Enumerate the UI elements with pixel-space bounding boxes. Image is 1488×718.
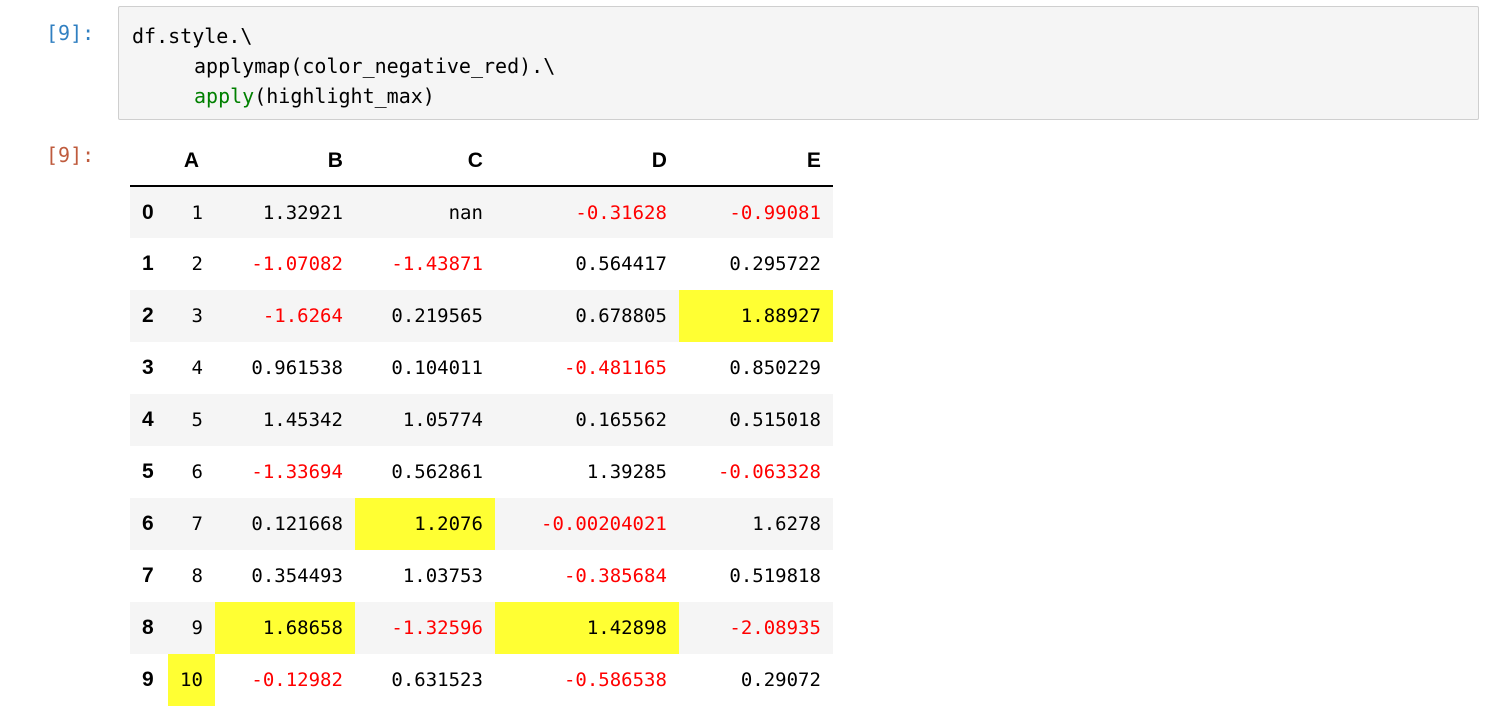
row-index: 7 <box>142 564 154 587</box>
table-cell: 1.68658 <box>214 602 355 654</box>
table-cell: -0.586538 <box>563 669 667 691</box>
table-cell: 0.631523 <box>391 669 483 691</box>
table-cell: 1.03753 <box>402 565 483 587</box>
column-header-e: E <box>678 136 833 187</box>
code-text: df.style.\ <box>132 24 253 48</box>
table-cell: 10 <box>168 654 215 706</box>
table-cell: 0.850229 <box>729 357 821 379</box>
code-line: df.style.\ <box>132 21 555 51</box>
table-cell: 0.562861 <box>391 461 483 483</box>
table-cell: 0.564417 <box>575 253 667 275</box>
table-cell: 5 <box>191 409 203 431</box>
row-index: 0 <box>142 200 154 224</box>
table-cell: 8 <box>191 565 203 587</box>
table-row: 2 3 -1.6264 0.219565 0.678805 1.88927 <box>130 290 833 342</box>
index-header <box>130 136 168 187</box>
table-cell: 1.45342 <box>262 409 343 431</box>
dataframe-table: ABCDE 0 1 1.32921 nan -0.31628 -0.99081 1 2 -1.0… <box>130 136 833 706</box>
table-cell: 0.219565 <box>391 305 483 327</box>
table-cell: -1.33694 <box>251 461 343 483</box>
column-header-d: D <box>494 136 679 187</box>
table-cell: -2.08935 <box>729 617 821 639</box>
code-line: apply(highlight_max) <box>132 81 555 111</box>
table-cell: 9 <box>191 617 203 639</box>
code-builtin-token: apply <box>194 84 255 108</box>
table-cell: -0.12982 <box>251 669 343 691</box>
table-cell: 1.42898 <box>494 602 679 654</box>
table-row: 8 9 1.68658 -1.32596 1.42898 -2.08935 <box>130 602 833 654</box>
table-row: 3 4 0.961538 0.104011 -0.481165 0.850229 <box>130 342 833 394</box>
table-cell: -0.481165 <box>563 357 667 379</box>
row-index: 3 <box>142 356 154 379</box>
table-cell: 0.29072 <box>740 669 821 691</box>
table-cell: 0.104011 <box>391 357 483 379</box>
table-cell: 7 <box>191 513 203 535</box>
code-input-area[interactable]: df.style.\ applymap(color_negative_red).\… <box>118 6 1479 120</box>
row-index: 4 <box>142 408 154 431</box>
row-index: 2 <box>142 304 154 327</box>
table-cell: -0.99081 <box>729 201 821 224</box>
table-cell: -0.385684 <box>563 565 667 587</box>
row-index: 9 <box>142 668 154 691</box>
table-cell: 1.6278 <box>752 513 821 535</box>
table-cell: 0.961538 <box>251 357 343 379</box>
table-row: 9 10 -0.12982 0.631523 -0.586538 0.29072 <box>130 654 833 706</box>
table-cell: 1 <box>191 201 203 224</box>
table-cell: 4 <box>191 357 203 379</box>
table-cell: -1.6264 <box>262 305 343 327</box>
table-cell: 0.354493 <box>251 565 343 587</box>
table-cell: 0.519818 <box>729 565 821 587</box>
table-cell: 0.295722 <box>729 253 821 275</box>
table-cell: nan <box>448 201 483 224</box>
table-cell: 0.678805 <box>575 305 667 327</box>
code-line: applymap(color_negative_red).\ <box>132 51 555 81</box>
output-prompt: [9]: <box>46 143 95 167</box>
column-header-b: B <box>214 136 355 187</box>
row-index: 8 <box>142 616 154 639</box>
column-header-a: A <box>168 136 215 187</box>
table-row: 7 8 0.354493 1.03753 -0.385684 0.519818 <box>130 550 833 602</box>
row-index: 5 <box>142 460 154 483</box>
code-text: (highlight_max) <box>254 84 435 108</box>
table-cell: 1.05774 <box>402 409 483 431</box>
row-index: 1 <box>142 252 154 275</box>
table-cell: 1.39285 <box>586 461 667 483</box>
table-row: 0 1 1.32921 nan -0.31628 -0.99081 <box>130 186 833 238</box>
table-row: 1 2 -1.07082 -1.43871 0.564417 0.295722 <box>130 238 833 290</box>
table-row: 5 6 -1.33694 0.562861 1.39285 -0.063328 <box>130 446 833 498</box>
column-header-c: C <box>354 136 495 187</box>
table-cell: -0.063328 <box>717 461 821 483</box>
row-index: 6 <box>142 512 154 535</box>
input-prompt: [9]: <box>46 21 95 45</box>
table-row: 4 5 1.45342 1.05774 0.165562 0.515018 <box>130 394 833 446</box>
table-cell: -0.00204021 <box>541 513 667 535</box>
table-header-row: ABCDE <box>130 136 833 187</box>
table-cell: 0.121668 <box>251 513 343 535</box>
table-cell: 0.165562 <box>575 409 667 431</box>
table-cell: 2 <box>191 253 203 275</box>
table-cell: 3 <box>191 305 203 327</box>
table-cell: -1.43871 <box>391 253 483 275</box>
code-editor[interactable]: df.style.\ applymap(color_negative_red).\… <box>132 21 555 111</box>
table-cell: -0.31628 <box>575 201 667 224</box>
table-cell: 6 <box>191 461 203 483</box>
table-row: 6 7 0.121668 1.2076 -0.00204021 1.6278 <box>130 498 833 550</box>
table-body: 0 1 1.32921 nan -0.31628 -0.99081 1 2 -1.07082 -1… <box>130 186 833 706</box>
table-cell: -1.32596 <box>391 617 483 639</box>
table-cell: 1.88927 <box>678 290 833 342</box>
code-text: applymap(color_negative_red).\ <box>194 54 556 78</box>
table-cell: 1.2076 <box>354 498 495 550</box>
table-cell: 0.515018 <box>729 409 821 431</box>
table-cell: 1.32921 <box>262 201 343 224</box>
table-cell: -1.07082 <box>251 253 343 275</box>
